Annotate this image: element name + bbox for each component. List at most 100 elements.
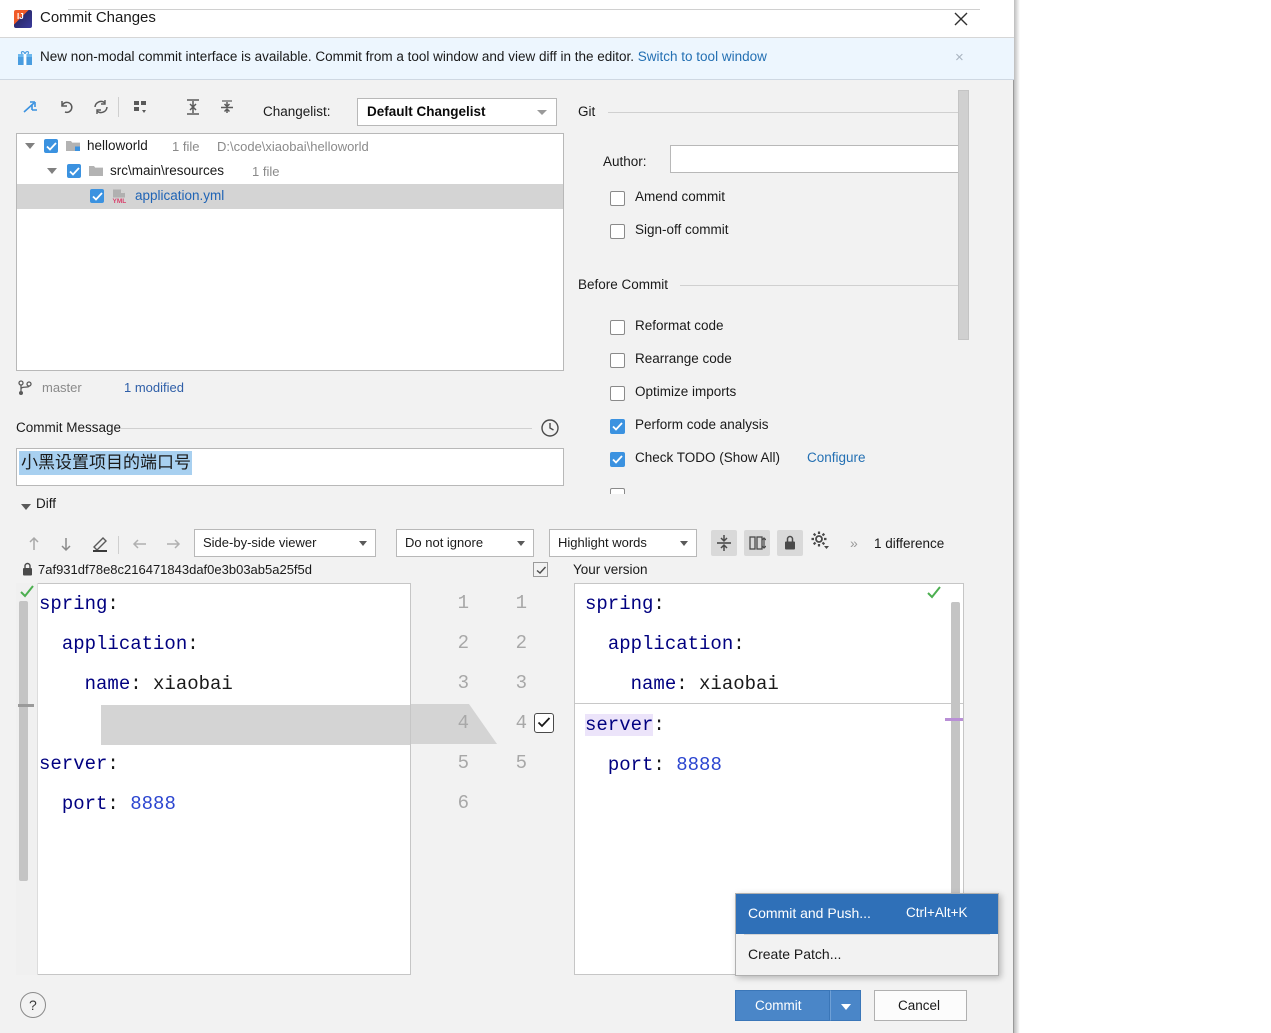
optimize-imports-label: Optimize imports [635, 384, 737, 399]
collapse-unchanged-icon[interactable] [711, 530, 737, 556]
branch-name: master [42, 380, 82, 395]
row-checkbox[interactable] [44, 139, 58, 153]
chevron-down-icon[interactable] [21, 504, 31, 510]
commit-message-label: Commit Message [16, 420, 122, 435]
reformat-code-checkbox[interactable] [610, 320, 625, 335]
expand-all-icon[interactable] [178, 92, 208, 122]
left-line-number: 4 [457, 712, 469, 734]
switch-to-tool-window-link[interactable]: Switch to tool window [638, 49, 767, 64]
diff-right-header: Your version [573, 562, 648, 577]
right-line-number: 3 [515, 672, 527, 694]
banner-close-icon[interactable]: × [955, 49, 964, 66]
chevron-down-icon [517, 541, 525, 546]
chevron-down-icon [537, 110, 547, 115]
menu-item-shortcut: Ctrl+Alt+K [906, 905, 968, 920]
chevron-down-icon [680, 541, 688, 546]
highlight-mode-dropdown[interactable]: Highlight words [549, 529, 697, 557]
amend-commit-checkbox[interactable] [610, 191, 625, 206]
perform-code-analysis-checkbox[interactable] [610, 419, 625, 434]
refresh-icon[interactable] [86, 92, 116, 122]
gift-icon [16, 49, 34, 67]
changelist-dropdown[interactable]: Default Changelist [357, 98, 557, 126]
author-field[interactable] [670, 145, 963, 173]
menu-item-commit-and-push[interactable]: Commit and Push... Ctrl+Alt+K [736, 894, 998, 934]
left-line-number: 6 [457, 792, 469, 814]
table-row[interactable]: src\main\resources 1 file [17, 159, 563, 184]
sign-off-commit-checkbox[interactable] [610, 224, 625, 239]
module-folder-icon [65, 139, 80, 153]
double-chevron-right-icon[interactable]: » [850, 535, 858, 551]
row-checkbox[interactable] [67, 164, 81, 178]
left-pane-scrollbar-thumb[interactable] [19, 601, 28, 881]
previous-difference-icon[interactable] [20, 530, 48, 558]
edit-icon[interactable] [86, 530, 114, 558]
commit-message-divider [120, 428, 532, 429]
include-into-commit-icon[interactable] [16, 92, 46, 122]
diff-marker [18, 704, 34, 707]
ignore-mode-value: Do not ignore [405, 535, 484, 550]
diff-left-revision: 7af931df78e8c216471843daf0e3b03ab5a25f5d [38, 562, 312, 577]
viewer-mode-value: Side-by-side viewer [203, 535, 317, 550]
diff-left-pane[interactable]: spring: application: name: xiaobai serve… [16, 583, 411, 975]
rollback-icon[interactable] [52, 92, 82, 122]
left-line-number: 2 [457, 632, 469, 654]
rearrange-code-checkbox[interactable] [610, 353, 625, 368]
collapse-all-icon[interactable] [212, 92, 242, 122]
viewer-mode-dropdown[interactable]: Side-by-side viewer [194, 529, 376, 557]
table-row[interactable]: helloworld 1 file D:\code\xiaobai\hellow… [17, 134, 563, 159]
diff-change-marker [945, 718, 963, 721]
help-button[interactable]: ? [20, 992, 46, 1018]
menu-item-create-patch[interactable]: Create Patch... [736, 935, 998, 975]
chevron-down-icon[interactable] [47, 168, 57, 174]
rearrange-code-label: Rearrange code [635, 351, 732, 366]
diff-left-header: 7af931df78e8c216471843daf0e3b03ab5a25f5d [16, 560, 561, 582]
dialog-title: Commit Changes [40, 9, 156, 26]
perform-code-analysis-label: Perform code analysis [635, 417, 769, 432]
lock-icon [21, 562, 34, 577]
tree-label: helloworld [87, 138, 148, 153]
commit-button[interactable]: Commit [735, 990, 830, 1021]
ignore-mode-dropdown[interactable]: Do not ignore [396, 529, 534, 557]
close-icon[interactable] [950, 8, 972, 30]
configure-link[interactable]: Configure [807, 450, 866, 465]
commit-message-input[interactable]: 小黑设置项目的端口号 [16, 448, 564, 486]
notification-banner: New non-modal commit interface is availa… [0, 38, 1014, 80]
tree-label: src\main\resources [110, 163, 225, 178]
tree-file-count: 1 file [252, 164, 280, 179]
commit-dropdown-menu[interactable]: Commit and Push... Ctrl+Alt+K Create Pat… [735, 893, 999, 976]
apply-left-icon[interactable] [126, 530, 154, 558]
highlight-mode-value: Highlight words [558, 535, 647, 550]
row-checkbox[interactable] [90, 189, 104, 203]
optimize-imports-checkbox[interactable] [610, 386, 625, 401]
lock-icon[interactable] [777, 530, 803, 556]
changed-files-tree[interactable]: helloworld 1 file D:\code\xiaobai\hellow… [16, 133, 564, 371]
yml-file-icon: YML [111, 189, 128, 205]
branch-icon [18, 380, 32, 396]
left-line-number: 3 [457, 672, 469, 694]
diff-section-label: Diff [36, 496, 57, 511]
synchronize-scrolling-icon[interactable] [744, 530, 770, 556]
clipped-option-checkbox[interactable] [610, 488, 625, 494]
cancel-button[interactable]: Cancel [874, 990, 967, 1021]
sign-off-commit-label: Sign-off commit [635, 222, 729, 237]
table-row[interactable]: YML application.yml [17, 184, 563, 209]
diff-center-checkbox[interactable] [533, 562, 548, 577]
screen-root: Commit Changes New non-modal commit inte… [0, 0, 1271, 1033]
apply-right-icon[interactable] [159, 530, 187, 558]
check-todo-checkbox[interactable] [610, 452, 625, 467]
changelist-label: Changelist: [263, 104, 331, 119]
commit-message-value: 小黑设置项目的端口号 [19, 451, 192, 475]
diff-left-gutter-bar[interactable] [16, 583, 38, 975]
diff-divider [68, 9, 980, 10]
banner-message-row: New non-modal commit interface is availa… [40, 49, 767, 64]
commit-dropdown-arrow[interactable] [830, 990, 861, 1021]
accept-change-checkbox[interactable] [534, 713, 554, 733]
chevron-down-icon[interactable] [25, 143, 35, 149]
clock-icon[interactable] [540, 418, 560, 438]
gear-icon[interactable] [810, 530, 836, 556]
menu-item-label: Commit and Push... [748, 905, 871, 921]
next-difference-icon[interactable] [52, 530, 80, 558]
group-by-icon[interactable] [126, 92, 156, 122]
options-scrollbar-thumb[interactable] [958, 90, 969, 340]
diff-line-number-gutter: 1 2 3 4 5 6 1 2 3 4 5 [411, 583, 574, 975]
